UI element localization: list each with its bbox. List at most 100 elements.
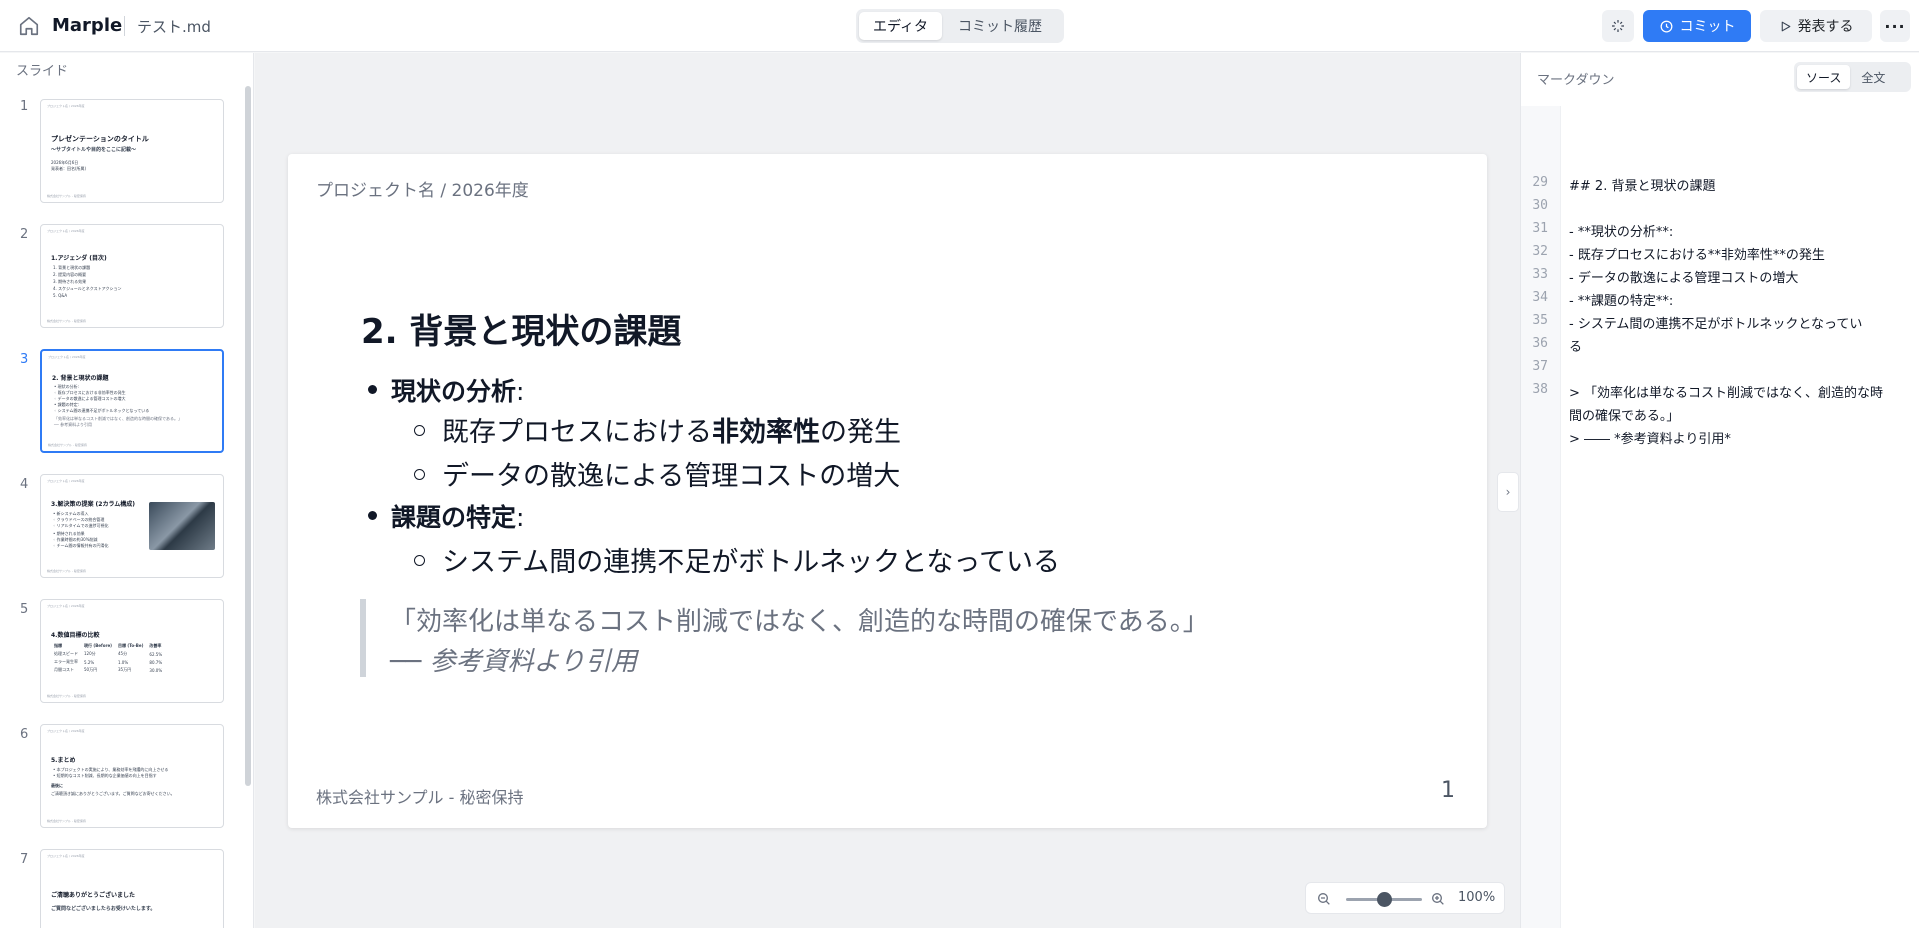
sidebar-scrollbar[interactable] [245, 86, 251, 786]
line-number: 38 [1532, 382, 1548, 397]
code-line[interactable]: - データの散逸による管理コストの増大 [1569, 267, 1798, 286]
thumb-footer: 株式会社サンプル - 秘密保持 [47, 694, 86, 698]
slide-preview[interactable]: プロジェクト名 / 2026年度 2. 背景と現状の課題 現状の分析: 既存プロ… [288, 154, 1487, 828]
thumb-footer: 株式会社サンプル - 秘密保持 [48, 443, 87, 447]
thumb-title: 2. 背景と現状の課題 [52, 375, 109, 382]
slide-title: 2. 背景と現状の課題 [361, 312, 682, 352]
line-number: 33 [1532, 267, 1548, 282]
thumb-footer: 株式会社サンプル - 秘密保持 [47, 569, 86, 573]
slide-thumbnail-3[interactable]: プロジェクト名 / 2026年度 2. 背景と現状の課題 • 現状の分析: ◦ … [40, 349, 224, 453]
tab-editor[interactable]: エディタ [859, 12, 943, 40]
tab-source[interactable]: ソース [1797, 65, 1851, 89]
header-divider [124, 16, 125, 36]
zoom-slider-knob[interactable] [1376, 892, 1392, 907]
code-line[interactable]: - システム間の連携不足がボトルネックとなってい [1569, 313, 1862, 332]
slide-thumbnail-row: 4 プロジェクト名 / 2026年度 3.解決策の提案 (2カラム構成) • 新… [0, 474, 240, 584]
brand-name[interactable]: Marple [52, 15, 122, 36]
zoom-control: 100% [1305, 882, 1505, 914]
line-number: 34 [1532, 290, 1548, 305]
slide-header: プロジェクト名 / 2026年度 [316, 181, 529, 201]
slide-thumbnail-7[interactable]: プロジェクト名 / 2026年度 ご清聴ありがとうございました ご質問などござい… [40, 849, 224, 928]
thumb-title: 1.アジェンダ (目次) [51, 255, 107, 262]
bullet-rest: : [516, 503, 525, 532]
thumb-cell: 処理スピード [54, 651, 78, 656]
thumb-line: 2. 提案内容の概要 [53, 272, 87, 277]
code-line[interactable]: る [1569, 336, 1582, 355]
sub-bullet-pre: 既存プロセスにおける [442, 417, 712, 448]
present-button[interactable]: 発表する [1760, 10, 1872, 42]
commit-button[interactable]: コミット [1643, 10, 1751, 42]
code-line[interactable]: - **課題の特定**: [1569, 290, 1673, 309]
thumb-line: ◦ システム間の連携不足がボトルネックとなっている [54, 408, 150, 413]
sidebar-title: スライド [16, 64, 69, 79]
thumb-header: プロジェクト名 / 2026年度 [47, 229, 85, 233]
thumb-line: 4. スケジュールとネクストアクション [53, 286, 122, 291]
line-number: 37 [1532, 359, 1548, 374]
slide-thumbnail-6[interactable]: プロジェクト名 / 2026年度 5.まとめ • 本プロジェクトの実施により、業… [40, 724, 224, 828]
panel-toggle-button[interactable]: › [1497, 472, 1519, 512]
code-line[interactable]: - **現状の分析**: [1569, 221, 1673, 240]
thumb-header: プロジェクト名 / 2026年度 [47, 729, 85, 733]
thumb-cell: 改善率 [149, 643, 162, 648]
markdown-panel: マークダウン ソース 全文 29 30 31 32 33 34 35 36 37… [1520, 53, 1919, 928]
thumb-cell: 目標 (To-Be) [117, 643, 144, 648]
slide-thumbnail-row: 1 プロジェクト名 / 2026年度 プレゼンテーションのタイトル 〜サブタイト… [0, 99, 240, 209]
zoom-slider[interactable] [1346, 892, 1422, 907]
thumb-header: プロジェクト名 / 2026年度 [47, 479, 85, 483]
slide-thumbnail-4[interactable]: プロジェクト名 / 2026年度 3.解決策の提案 (2カラム構成) • 新シス… [40, 474, 224, 578]
thumb-cell: 現行 (Before) [84, 643, 112, 648]
thumb-line: 発表者：田名(所属) [51, 166, 87, 171]
sub-bullet-ring [414, 425, 425, 436]
thumb-header: プロジェクト名 / 2026年度 [47, 854, 85, 858]
history-icon [1660, 20, 1672, 32]
code-line[interactable]: 間の確保である。」 [1569, 405, 1679, 424]
thumb-line: ── 参考資料より引用 [54, 422, 93, 427]
code-line[interactable]: ## 2. 背景と現状の課題 [1569, 175, 1715, 194]
thumb-title: 4.数値目標の比較 [51, 632, 100, 639]
thumb-cell: 指標 [54, 643, 62, 648]
thumb-cell: 45分 [117, 651, 128, 656]
thumb-cell: 35万円 [117, 667, 132, 672]
sub-bullet-ring [414, 555, 425, 566]
code-line[interactable]: > 「効率化は単なるコスト削減ではなく、創造的な時 [1569, 382, 1883, 401]
sub-bullet-text: データの散逸による管理コストの増大 [442, 461, 901, 492]
chevron-right-icon: › [1505, 485, 1511, 499]
zoom-in-icon[interactable] [1430, 891, 1446, 907]
thumb-title: ご清聴ありがとうございました [51, 892, 136, 899]
sub-bullet-post: の発生 [820, 417, 901, 448]
slide-number: 2 [20, 227, 29, 242]
quote-text: 「効率化は単なるコスト削減ではなく、創造的な時間の確保である。」 [390, 607, 1209, 637]
slide-number: 7 [20, 852, 29, 867]
thumb-footer: 株式会社サンプル - 秘密保持 [47, 194, 86, 198]
bullet-dot [368, 385, 377, 394]
code-line[interactable]: > ―― *参考資料より引用* [1569, 428, 1731, 447]
more-options-button[interactable]: ··· [1880, 10, 1910, 42]
bullet-bold: 課題の特定 [391, 503, 517, 532]
zoom-level: 100% [1458, 890, 1496, 905]
blockquote: 「効率化は単なるコスト削減ではなく、創造的な時間の確保である。」 ── 参考資料… [360, 599, 1209, 677]
sub-bullet-bold: 非効率性 [712, 417, 820, 448]
line-number: 31 [1532, 221, 1548, 236]
slide-thumbnail-1[interactable]: プロジェクト名 / 2026年度 プレゼンテーションのタイトル 〜サブタイトルや… [40, 99, 224, 203]
slide-thumbnail-5[interactable]: プロジェクト名 / 2026年度 4.数値目標の比較 指標 現行 (Before)… [40, 599, 224, 703]
line-number: 35 [1532, 313, 1548, 328]
thumb-line: 〜サブタイトルや目的をここに記載〜 [51, 147, 137, 153]
thumb-cell: 120分 [84, 651, 96, 656]
slide-number: 1 [20, 99, 29, 114]
top-header: Marple テスト.md エディタ コミット履歴 コミット 発表する ··· [0, 0, 1919, 52]
home-icon[interactable] [18, 15, 40, 37]
mode-switch: エディタ コミット履歴 [856, 9, 1064, 43]
line-number: 30 [1532, 198, 1548, 213]
slide-number: 4 [20, 477, 29, 492]
present-label: 発表する [1797, 19, 1854, 35]
code-line[interactable]: - 既存プロセスにおける**非効率性**の発生 [1569, 244, 1825, 263]
more-icon: ··· [1884, 16, 1906, 36]
thumb-line: ◦ チーム間の情報共有の円滑化 [53, 543, 109, 548]
slide-thumbnail-2[interactable]: プロジェクト名 / 2026年度 1.アジェンダ (目次) 1. 背景と現状の課… [40, 224, 224, 328]
thumb-header: プロジェクト名 / 2026年度 [48, 355, 86, 359]
zoom-out-icon[interactable] [1316, 891, 1332, 907]
ai-assist-button[interactable] [1602, 10, 1634, 42]
thumb-title: 3.解決策の提案 (2カラム構成) [51, 501, 136, 508]
tab-full-text[interactable]: 全文 [1852, 65, 1894, 89]
tab-commit-history[interactable]: コミット履歴 [944, 12, 1056, 40]
